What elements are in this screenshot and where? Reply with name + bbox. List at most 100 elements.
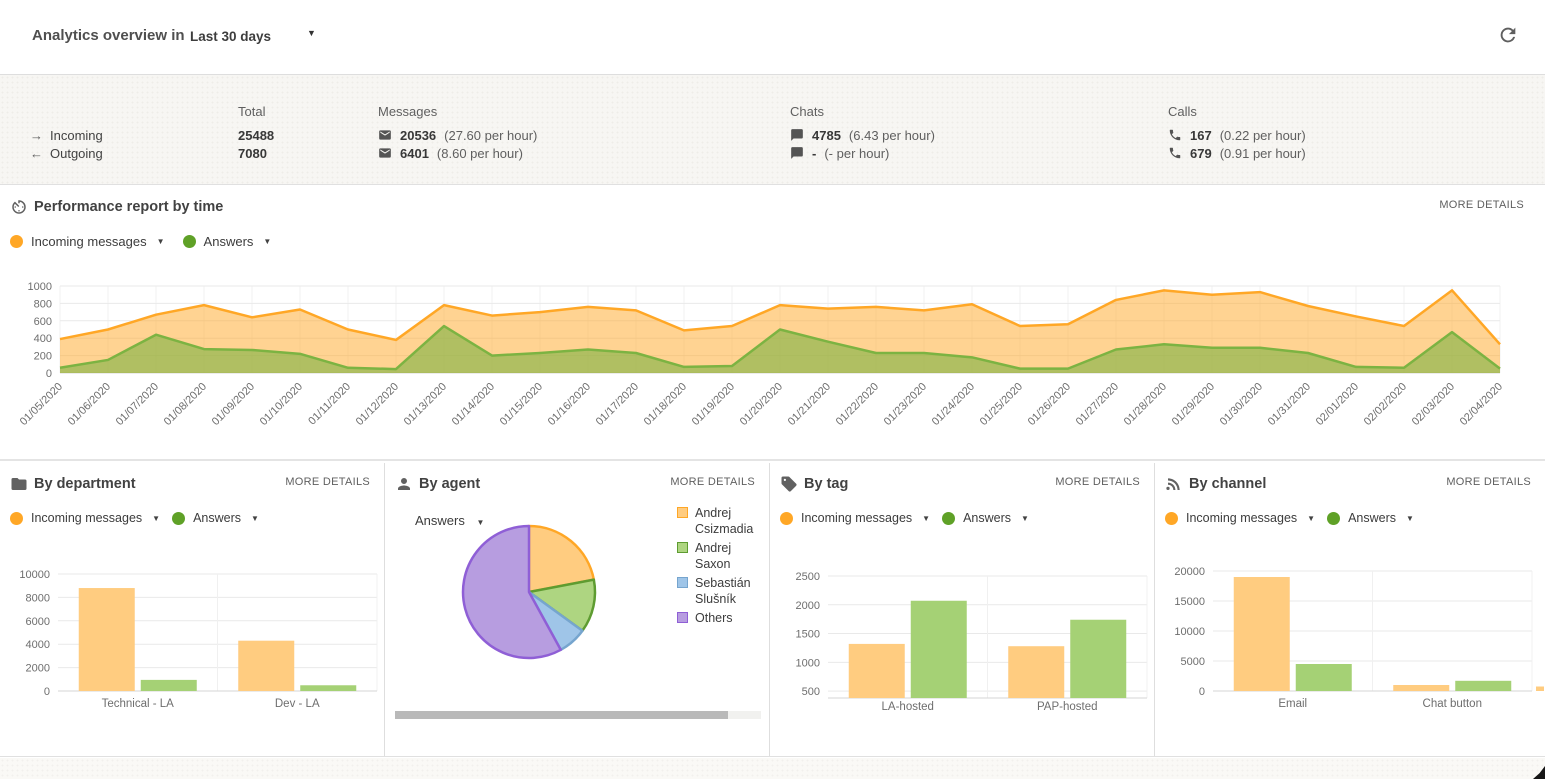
envelope-icon (378, 128, 392, 142)
pie-legend-item[interactable]: Andrej Csizmadia (677, 505, 769, 537)
outgoing-row-label: ← Outgoing (30, 144, 103, 162)
answers-legend-caret-icon[interactable]: ▼ (1406, 514, 1414, 523)
tag-legend: Incoming messages ▼ Answers ▼ (780, 511, 1041, 525)
total-outgoing: 7080 (238, 144, 267, 162)
performance-panel-title: Performance report by time (34, 199, 223, 215)
incoming-legend-caret-icon[interactable]: ▼ (157, 237, 165, 246)
answers-legend-dot (183, 235, 196, 248)
svg-text:1000: 1000 (28, 281, 52, 293)
time-area-chart[interactable]: 0200400600800100001/05/202001/06/202001/… (0, 278, 1540, 460)
svg-text:1500: 1500 (796, 629, 820, 641)
svg-text:01/17/2020: 01/17/2020 (594, 381, 641, 428)
app-header: Analytics overview in Last 30 days ▼ (0, 0, 1545, 75)
answers-legend-caret-icon[interactable]: ▼ (1021, 514, 1029, 523)
svg-text:Email: Email (1278, 698, 1307, 710)
rss-icon (1165, 475, 1183, 493)
pie-legend-swatch (677, 612, 688, 623)
svg-text:02/03/2020: 02/03/2020 (1410, 381, 1457, 428)
timer-icon (10, 198, 28, 216)
messages-outgoing-rate: (8.60 per hour) (437, 146, 523, 161)
pie-legend-label: Andrej Saxon (695, 540, 769, 572)
svg-text:2000: 2000 (26, 663, 50, 675)
outgoing-arrow-icon: ← (30, 146, 50, 161)
chats-outgoing-rate: (- per hour) (824, 146, 889, 161)
channel-bar-chart[interactable]: 05000100001500020000EmailChat button (1155, 558, 1544, 723)
svg-text:6000: 6000 (26, 616, 50, 628)
incoming-legend-label[interactable]: Incoming messages (31, 234, 147, 249)
incoming-legend-caret-icon[interactable]: ▼ (152, 514, 160, 523)
svg-text:01/22/2020: 01/22/2020 (834, 381, 881, 428)
calls-column-title: Calls (1168, 104, 1197, 119)
svg-text:0: 0 (46, 368, 52, 380)
date-range-caret-icon[interactable]: ▼ (307, 28, 316, 38)
messages-column-title: Messages (378, 104, 437, 119)
pie-legend-item[interactable]: Andrej Saxon (677, 540, 769, 572)
by-agent-panel: By agent MORE DETAILS Answers ▼ Andrej C… (385, 463, 770, 756)
folder-icon (10, 475, 28, 493)
calls-incoming-value: 167 (1190, 128, 1212, 143)
agent-pie-legend: Andrej CsizmadiaAndrej SaxonSebastián Sl… (677, 505, 769, 629)
performance-more-details-link[interactable]: MORE DETAILS (1439, 199, 1524, 211)
svg-text:02/04/2020: 02/04/2020 (1458, 381, 1505, 428)
svg-text:01/09/2020: 01/09/2020 (210, 381, 257, 428)
by-tag-panel: By tag MORE DETAILS Incoming messages ▼ … (770, 463, 1155, 756)
date-range-select[interactable]: Last 30 days (190, 28, 271, 46)
pie-legend-item[interactable]: Others (677, 610, 769, 626)
svg-text:01/24/2020: 01/24/2020 (930, 381, 977, 428)
svg-text:2500: 2500 (796, 571, 820, 583)
svg-text:600: 600 (34, 316, 52, 328)
svg-text:5000: 5000 (1181, 656, 1205, 668)
incoming-legend-label[interactable]: Incoming messages (31, 511, 142, 525)
svg-text:01/23/2020: 01/23/2020 (882, 381, 929, 428)
svg-text:0: 0 (44, 686, 50, 698)
answers-legend-label[interactable]: Answers (1348, 511, 1396, 525)
agent-more-details-link[interactable]: MORE DETAILS (670, 476, 755, 488)
answers-legend-label[interactable]: Answers (204, 234, 254, 249)
svg-text:02/01/2020: 02/01/2020 (1314, 381, 1361, 428)
stats-summary-band: → Incoming ← Outgoing Total 25488 7080 M… (0, 75, 1545, 185)
incoming-row-label: → Incoming (30, 126, 103, 144)
answers-legend-label[interactable]: Answers (963, 511, 1011, 525)
refresh-button[interactable] (1497, 24, 1519, 46)
incoming-legend-caret-icon[interactable]: ▼ (922, 514, 930, 523)
answers-legend-dot (942, 512, 955, 525)
answers-legend-dot (172, 512, 185, 525)
svg-text:01/11/2020: 01/11/2020 (306, 381, 353, 428)
envelope-icon (378, 146, 392, 160)
answers-legend-caret-icon[interactable]: ▼ (263, 237, 271, 246)
tag-more-details-link[interactable]: MORE DETAILS (1055, 476, 1140, 488)
calls-outgoing-value: 679 (1190, 146, 1212, 161)
svg-text:Technical - LA: Technical - LA (102, 698, 175, 710)
channel-more-details-link[interactable]: MORE DETAILS (1446, 476, 1531, 488)
answers-legend-caret-icon[interactable]: ▼ (251, 514, 259, 523)
calls-incoming: 167 (0.22 per hour) (1168, 126, 1306, 144)
incoming-label: Incoming (50, 128, 103, 143)
incoming-legend-caret-icon[interactable]: ▼ (1307, 514, 1315, 523)
agent-panel-scrollbar[interactable] (395, 711, 761, 719)
total-column-title: Total (238, 104, 265, 119)
date-range-value[interactable]: Last 30 days (190, 29, 271, 44)
pie-legend-item[interactable]: Sebastián Slušník (677, 575, 769, 607)
outgoing-label: Outgoing (50, 146, 103, 161)
calls-outgoing: 679 (0.91 per hour) (1168, 144, 1306, 162)
svg-text:01/19/2020: 01/19/2020 (690, 381, 737, 428)
tag-bar-chart[interactable]: 5001000150020002500LA-hostedPAP-hosted (770, 558, 1154, 723)
incoming-arrow-icon: → (30, 128, 50, 143)
svg-text:200: 200 (34, 351, 52, 363)
answers-legend-label[interactable]: Answers (193, 511, 241, 525)
pie-legend-swatch (677, 542, 688, 553)
incoming-legend-label[interactable]: Incoming messages (801, 511, 912, 525)
scrollbar-thumb[interactable] (395, 711, 728, 719)
agent-pie-chart[interactable] (454, 517, 604, 667)
incoming-legend-dot (10, 512, 23, 525)
svg-text:20000: 20000 (1174, 566, 1205, 578)
svg-text:400: 400 (34, 333, 52, 345)
svg-text:01/28/2020: 01/28/2020 (1122, 381, 1169, 428)
incoming-legend-label[interactable]: Incoming messages (1186, 511, 1297, 525)
department-bar-chart[interactable]: 0200040006000800010000Technical - LADev … (0, 558, 384, 723)
pie-legend-label: Andrej Csizmadia (695, 505, 769, 537)
by-channel-panel: By channel MORE DETAILS Incoming message… (1155, 463, 1545, 756)
department-more-details-link[interactable]: MORE DETAILS (285, 476, 370, 488)
pie-legend-label: Others (695, 610, 733, 626)
refresh-icon (1497, 24, 1519, 46)
